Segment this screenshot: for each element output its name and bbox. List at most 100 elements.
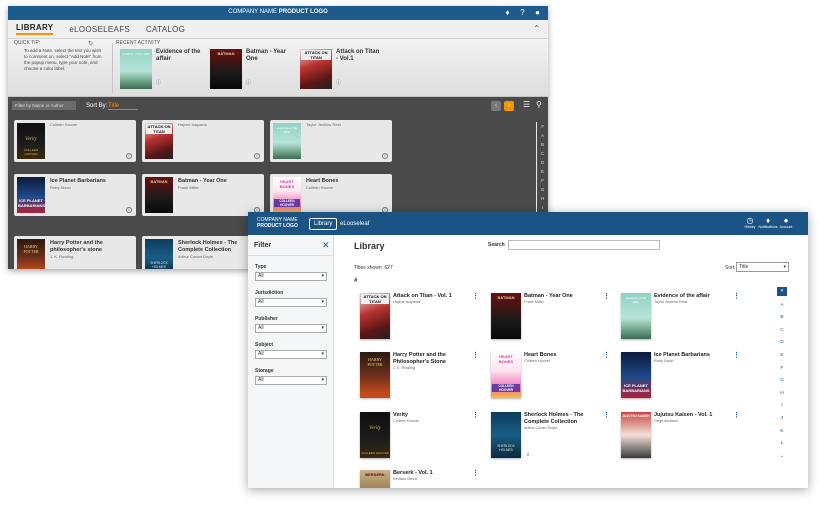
refresh-icon[interactable]: ↻ <box>88 40 93 47</box>
book-card[interactable]: Sherlock Holmes - The Complete Collectio… <box>142 236 264 269</box>
more-options-icon[interactable]: ⋮ <box>733 412 740 419</box>
more-options-icon[interactable]: ⋮ <box>472 293 479 300</box>
alpha-link[interactable]: B <box>777 312 787 325</box>
alpha-link[interactable]: H <box>777 388 787 401</box>
book-item[interactable]: Berserk - Vol. 1 Kentaro Miura ⋮ <box>360 470 480 488</box>
search-input[interactable] <box>508 240 660 250</box>
filter-select[interactable]: All <box>255 324 327 333</box>
alpha-link[interactable]: C <box>777 325 787 338</box>
alpha-link[interactable]: A <box>777 300 787 313</box>
book-cover <box>360 352 390 398</box>
info-icon[interactable]: i <box>382 153 388 159</box>
filter-title: Filter <box>254 242 272 249</box>
tab-elooseleaf[interactable]: eLooseleaf <box>340 221 369 227</box>
book-item[interactable]: Verity Colleen Hoover ⋮ <box>360 412 480 464</box>
more-options-icon[interactable]: ⋮ <box>603 412 610 419</box>
alpha-link[interactable]: H <box>537 194 548 203</box>
book-card[interactable]: Hajime Isayama i <box>142 120 264 162</box>
help-icon[interactable]: ? <box>518 8 527 17</box>
book-card[interactable]: Heart Bones Colleen Hoover i <box>270 174 392 216</box>
tab-library[interactable]: Library <box>309 218 338 230</box>
alpha-link-selected[interactable]: # <box>777 287 787 296</box>
account-button[interactable]: ● Account <box>774 216 798 230</box>
recent-item[interactable]: Batman - Year One ⓘ <box>210 49 291 89</box>
filter-subject: Subject All <box>255 342 327 359</box>
book-title: Attack on Titan - Vol. 1 <box>393 293 452 299</box>
more-options-icon[interactable]: ⋮ <box>603 352 610 359</box>
filter-select[interactable]: All <box>255 272 327 281</box>
user-icon[interactable]: ● <box>533 8 542 17</box>
book-card[interactable]: Ice Planet Barbarians Ruby Dixon i <box>14 174 136 216</box>
info-icon[interactable]: i <box>126 153 132 159</box>
download-icon[interactable]: ⇩ <box>526 452 530 458</box>
alpha-link[interactable]: C <box>537 149 548 158</box>
book-item[interactable]: Jujutsu Kaisen - Vol. 1 Gege Akutami ⋮ <box>621 412 741 464</box>
divider <box>112 43 113 93</box>
alpha-link[interactable]: I <box>537 203 548 212</box>
book-card[interactable]: Harry Potter and the philosopher's stone… <box>14 236 136 269</box>
alpha-link[interactable]: I <box>777 400 787 413</box>
alpha-link[interactable]: A <box>537 131 548 140</box>
alpha-link[interactable]: D <box>537 158 548 167</box>
book-item[interactable]: Heart Bones Colleen Hoover ⋮ <box>491 352 611 404</box>
book-item[interactable]: Evidence of the affair Taylor Jenkins Re… <box>621 293 741 345</box>
search-icon[interactable]: ⚲ <box>536 100 542 109</box>
book-author: Ruby Dixon <box>654 359 674 363</box>
filter-select[interactable]: All <box>255 376 327 385</box>
alpha-link[interactable]: K <box>777 426 787 439</box>
book-item[interactable]: Attack on Titan - Vol. 1 Hajime Isayama … <box>360 293 480 345</box>
close-icon[interactable]: ✕ <box>322 240 330 251</box>
book-item[interactable]: Ice Planet Barbarians Ruby Dixon ⋮ <box>621 352 741 404</box>
info-icon[interactable]: i <box>254 153 260 159</box>
tab-library[interactable]: LIBRARY <box>16 23 54 35</box>
alpha-link[interactable]: G <box>537 185 548 194</box>
legacy-top-bar: COMPANY NAME PRODUCT LOGO ♦ ? ● <box>8 6 548 20</box>
alpha-link[interactable]: J <box>777 413 787 426</box>
info-icon[interactable]: ⓘ <box>336 79 381 86</box>
tab-catalog[interactable]: CATALOG <box>146 25 185 34</box>
titles-count: Titles shown: 627 <box>354 265 393 271</box>
book-item[interactable]: Harry Potter and the Philosopher's Stone… <box>360 352 480 404</box>
book-card[interactable]: Colleen Hoover i <box>14 120 136 162</box>
book-cover <box>17 177 45 213</box>
filter-select[interactable]: All <box>255 350 327 359</box>
chevron-down-icon[interactable]: ⌄ <box>777 451 787 464</box>
alpha-link[interactable]: F <box>777 363 787 376</box>
filter-select[interactable]: All <box>255 298 327 307</box>
book-card[interactable]: Batman - Year One Frank Miller i <box>142 174 264 216</box>
more-options-icon[interactable]: ⋮ <box>603 293 610 300</box>
book-item[interactable]: Batman - Year One Frank Miller ⋮ <box>491 293 611 345</box>
alpha-link[interactable]: F <box>537 176 548 185</box>
alpha-link[interactable]: D <box>777 337 787 350</box>
tab-elooseleafs[interactable]: eLOOSELEAFS <box>69 25 130 34</box>
alpha-link[interactable]: E <box>777 350 787 363</box>
chevron-up-icon[interactable]: ⌃ <box>533 24 540 33</box>
book-card[interactable]: Taylor Jenkins Reid i <box>270 120 392 162</box>
book-item[interactable]: Sherlock Holmes - The Complete Collectio… <box>491 412 611 464</box>
alpha-link[interactable]: L <box>777 438 787 451</box>
alpha-link[interactable]: E <box>537 167 548 176</box>
alpha-link[interactable]: B <box>537 140 548 149</box>
filter-input[interactable]: Filter by Name or Author <box>12 101 76 110</box>
info-icon[interactable]: ⓘ <box>156 79 201 86</box>
alpha-link[interactable]: G <box>777 375 787 388</box>
more-options-icon[interactable]: ⋮ <box>733 352 740 359</box>
info-icon[interactable]: ⓘ <box>246 79 291 86</box>
more-options-icon[interactable]: ⋮ <box>472 352 479 359</box>
quick-tip-text: To add a Note, select the text you wish … <box>24 48 102 71</box>
bell-icon[interactable]: ♦ <box>503 8 512 17</box>
chevron-left-icon[interactable]: ‹ <box>491 101 501 111</box>
alpha-link[interactable]: # <box>537 122 548 131</box>
info-icon[interactable]: i <box>126 207 132 213</box>
chevron-right-icon[interactable]: › <box>504 101 514 111</box>
list-view-icon[interactable]: ☰ <box>523 100 530 109</box>
sort-select[interactable]: Title <box>736 262 789 272</box>
sort-select[interactable]: Title <box>108 103 138 110</box>
more-options-icon[interactable]: ⋮ <box>733 293 740 300</box>
legacy-company-name: COMPANY NAME <box>228 9 278 15</box>
recent-item[interactable]: Attack on Titan - Vol.1 ⓘ <box>300 49 381 89</box>
more-options-icon[interactable]: ⋮ <box>472 470 479 477</box>
recent-item[interactable]: Evidence of the affair ⓘ <box>120 49 201 89</box>
more-options-icon[interactable]: ⋮ <box>472 412 479 419</box>
legacy-tab-bar: LIBRARY eLOOSELEAFS CATALOG ⌃ <box>8 20 548 39</box>
